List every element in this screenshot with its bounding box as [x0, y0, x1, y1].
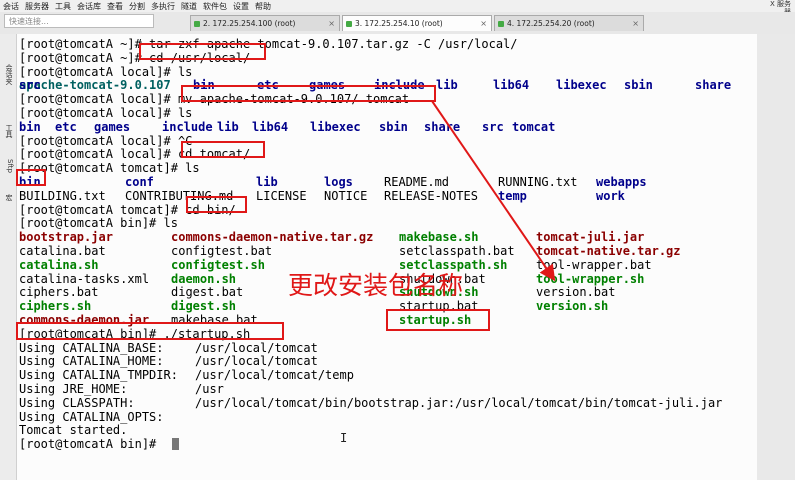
text-cursor-icon: I	[340, 431, 348, 445]
annotation-arrow	[431, 100, 556, 282]
annotation-caption: 更改安装包名称	[288, 271, 464, 300]
